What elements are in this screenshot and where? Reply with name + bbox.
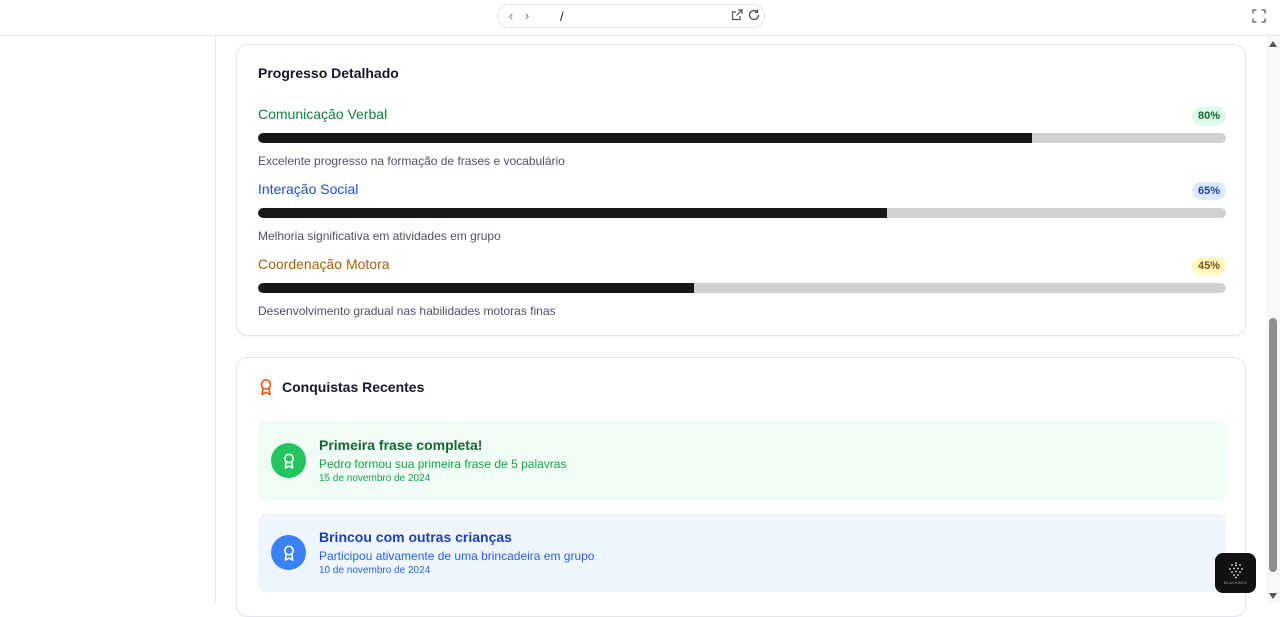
chevron-left-icon[interactable]: ‹ xyxy=(504,8,518,23)
metric-percent-badge: 45% xyxy=(1191,257,1226,275)
achievement-title: Brincou com outras crianças xyxy=(319,529,512,545)
achievement-item: Brincou com outras crianças Participou a… xyxy=(258,513,1226,592)
metric-description: Desenvolvimento gradual nas habilidades … xyxy=(258,304,556,318)
url-path[interactable]: / xyxy=(560,9,564,24)
sidebar xyxy=(0,36,216,603)
grid-dots-icon xyxy=(1228,562,1243,579)
metric-label: Coordenação Motora xyxy=(258,256,390,272)
metric-description: Melhoria significativa em atividades em … xyxy=(258,229,501,243)
award-icon xyxy=(283,453,294,469)
scrollbar[interactable] xyxy=(1266,36,1280,603)
achievement-date: 15 de novembro de 2024 xyxy=(319,473,431,484)
award-icon xyxy=(260,379,272,396)
metric-percent-badge: 80% xyxy=(1191,107,1226,125)
scroll-down-arrow-icon[interactable] xyxy=(1269,593,1277,599)
progress-bar-fill xyxy=(258,133,1033,143)
achievements-card: Conquistas Recentes Primeira frase compl… xyxy=(236,357,1246,617)
achievement-title: Primeira frase completa! xyxy=(319,437,483,453)
card-title: Conquistas Recentes xyxy=(282,379,425,395)
scroll-up-arrow-icon[interactable] xyxy=(1269,41,1277,47)
metric-label: Interação Social xyxy=(258,181,359,197)
progress-bar xyxy=(258,283,1226,293)
progress-card: Progresso Detalhado Comunicação Verbal 8… xyxy=(236,44,1246,336)
achievement-icon-circle xyxy=(271,535,306,570)
progress-bar xyxy=(258,208,1226,218)
card-title: Progresso Detalhado xyxy=(258,65,399,81)
metric-percent-badge: 65% xyxy=(1191,182,1226,200)
metric-description: Excelente progresso na formação de frase… xyxy=(258,154,565,168)
metric-label: Comunicação Verbal xyxy=(258,106,388,122)
achievement-description: Pedro formou sua primeira frase de 5 pal… xyxy=(319,457,567,471)
external-link-icon[interactable] xyxy=(730,8,744,22)
achievement-date: 10 de novembro de 2024 xyxy=(319,565,431,576)
achievement-icon-circle xyxy=(271,443,306,478)
progress-bar-fill xyxy=(258,283,694,293)
floating-assistant-button[interactable]: BLACKBOX xyxy=(1215,553,1256,593)
browser-toolbar: ‹ › / xyxy=(0,0,1280,36)
achievement-description: Participou ativamente de uma brincadeira… xyxy=(319,549,595,563)
reload-icon[interactable] xyxy=(747,8,761,22)
award-icon xyxy=(283,545,294,561)
scrollbar-thumb[interactable] xyxy=(1269,318,1277,572)
progress-bar-fill xyxy=(258,208,888,218)
floating-badge-label: BLACKBOX xyxy=(1223,580,1248,585)
progress-bar xyxy=(258,133,1226,143)
fullscreen-icon[interactable] xyxy=(1252,9,1266,23)
achievement-item: Primeira frase completa! Pedro formou su… xyxy=(258,421,1226,500)
address-bar[interactable]: ‹ › / xyxy=(497,4,765,28)
chevron-right-icon[interactable]: › xyxy=(520,8,534,23)
